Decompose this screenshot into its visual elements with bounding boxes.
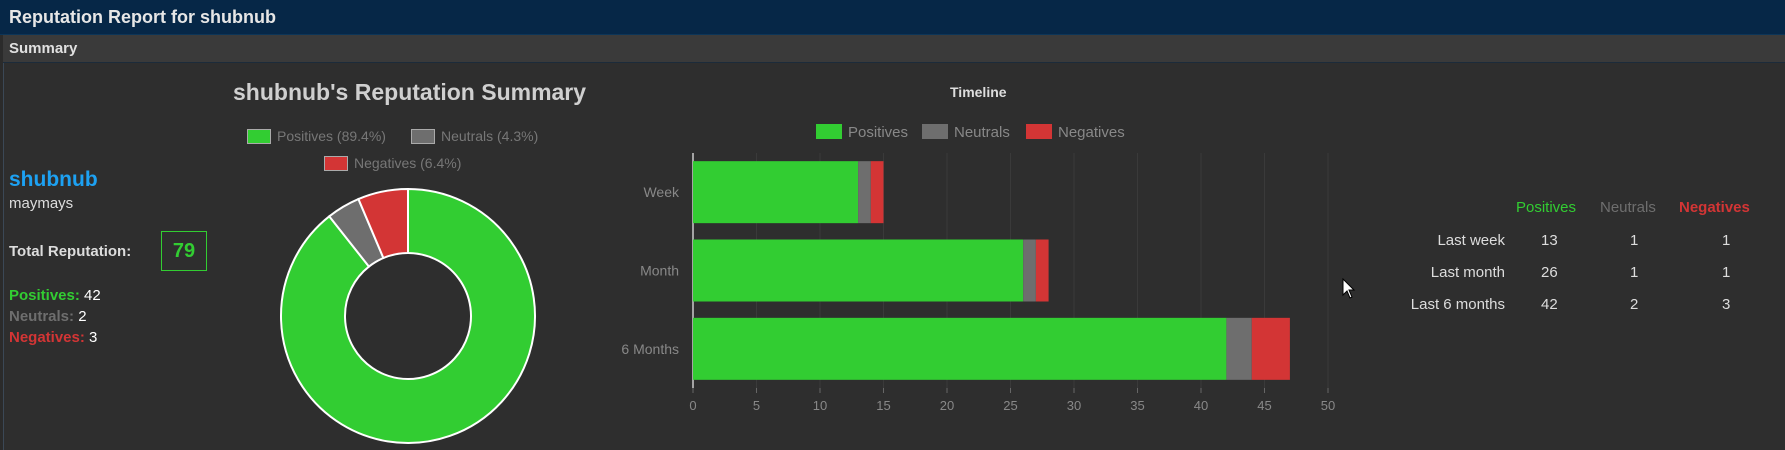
legend-label: Negatives — [1058, 124, 1125, 141]
bar-neutrals-month[interactable] — [1023, 239, 1036, 302]
x-tick-label: 0 — [689, 398, 696, 413]
timeline-legend-neutrals[interactable]: Neutrals — [922, 124, 1010, 141]
donut-legend-neutrals[interactable]: Neutrals (4.3%) — [411, 128, 538, 144]
section-title: Summary — [9, 40, 78, 57]
y-tick-label: Month — [640, 263, 679, 279]
x-tick-label: 10 — [813, 398, 827, 413]
neutrals-value: 2 — [78, 308, 87, 325]
legend-swatch — [324, 156, 348, 171]
window-titlebar: Reputation Report for shubnub — [0, 0, 1785, 35]
x-tick-label: 25 — [1003, 398, 1017, 413]
x-tick-label: 15 — [876, 398, 890, 413]
table-cell: 3 — [1722, 296, 1731, 313]
donut-legend-positives[interactable]: Positives (89.4%) — [247, 128, 386, 144]
table-cell: 1 — [1722, 232, 1731, 249]
legend-label: Neutrals (4.3%) — [441, 128, 539, 144]
x-tick-label: 40 — [1194, 398, 1208, 413]
legend-swatch — [1026, 124, 1052, 139]
table-row-label: Last 6 months — [1410, 296, 1505, 313]
table-cell: 13 — [1541, 232, 1558, 249]
bar-positives-6-months[interactable] — [693, 317, 1227, 380]
donut-chart-title: shubnub's Reputation Summary — [233, 79, 587, 105]
x-tick-label: 30 — [1067, 398, 1081, 413]
user-title: maymays — [9, 195, 74, 212]
bar-negatives-month[interactable] — [1035, 239, 1049, 302]
timeline-title: Timeline — [950, 84, 1007, 100]
x-tick-label: 50 — [1321, 398, 1335, 413]
legend-swatch — [411, 129, 435, 144]
y-tick-label: Week — [643, 184, 680, 200]
x-tick-label: 5 — [753, 398, 760, 413]
positives-stat: Positives: 42 — [9, 287, 101, 304]
table-cell: 42 — [1541, 296, 1558, 313]
legend-label: Positives (89.4%) — [277, 128, 386, 144]
timeline-chart: 0 5 10 15 20 25 30 35 40 45 50 Week Month 6 Months — [621, 153, 1335, 413]
legend-label: Positives — [848, 124, 909, 141]
total-reputation-value: 79 — [161, 231, 207, 271]
positives-label: Positives: — [9, 287, 80, 304]
section-header: Summary — [3, 35, 1785, 63]
legend-label: Neutrals — [954, 124, 1010, 141]
table-cell: 2 — [1630, 296, 1639, 313]
bar-neutrals-6-months[interactable] — [1226, 317, 1252, 380]
x-tick-label: 35 — [1130, 398, 1144, 413]
page-title: Reputation Report for shubnub — [9, 7, 276, 27]
table-row-label: Last month — [1430, 264, 1505, 281]
timeline-legend-negatives[interactable]: Negatives — [1026, 124, 1125, 141]
table-row-label: Last week — [1437, 232, 1505, 249]
neutrals-label: Neutrals: — [9, 308, 75, 325]
table-cell: 1 — [1630, 232, 1639, 249]
total-reputation-label: Total Reputation: — [9, 243, 132, 260]
legend-swatch — [816, 124, 842, 139]
donut-legend-negatives[interactable]: Negatives (6.4%) — [324, 155, 461, 171]
table-header-negatives: Negatives — [1679, 199, 1750, 216]
bar-negatives-6-months[interactable] — [1251, 317, 1290, 380]
negatives-label: Negatives: — [9, 329, 85, 346]
timeline-legend-positives[interactable]: Positives — [816, 124, 908, 141]
username-link[interactable]: shubnub — [9, 168, 98, 192]
negatives-stat: Negatives: 3 — [9, 329, 97, 346]
negatives-value: 3 — [89, 329, 98, 346]
neutrals-stat: Neutrals: 2 — [9, 308, 87, 325]
table-cell: 26 — [1541, 264, 1558, 281]
bar-negatives-week[interactable] — [870, 161, 884, 224]
bar-positives-month[interactable] — [693, 239, 1024, 302]
x-tick-label: 20 — [940, 398, 954, 413]
table-cell: 1 — [1630, 264, 1639, 281]
y-tick-label: 6 Months — [621, 341, 679, 357]
table-cell: 1 — [1722, 264, 1731, 281]
legend-swatch — [922, 124, 948, 139]
bar-positives-week[interactable] — [693, 161, 859, 224]
legend-swatch — [247, 129, 271, 144]
bar-neutrals-week[interactable] — [858, 161, 871, 224]
legend-label: Negatives (6.4%) — [354, 155, 462, 171]
mouse-cursor-icon — [1342, 278, 1356, 299]
x-tick-label: 45 — [1257, 398, 1271, 413]
table-header-positives: Positives — [1516, 199, 1577, 216]
donut-chart — [280, 187, 536, 444]
positives-value: 42 — [84, 287, 101, 304]
table-header-neutrals: Neutrals — [1600, 199, 1656, 216]
